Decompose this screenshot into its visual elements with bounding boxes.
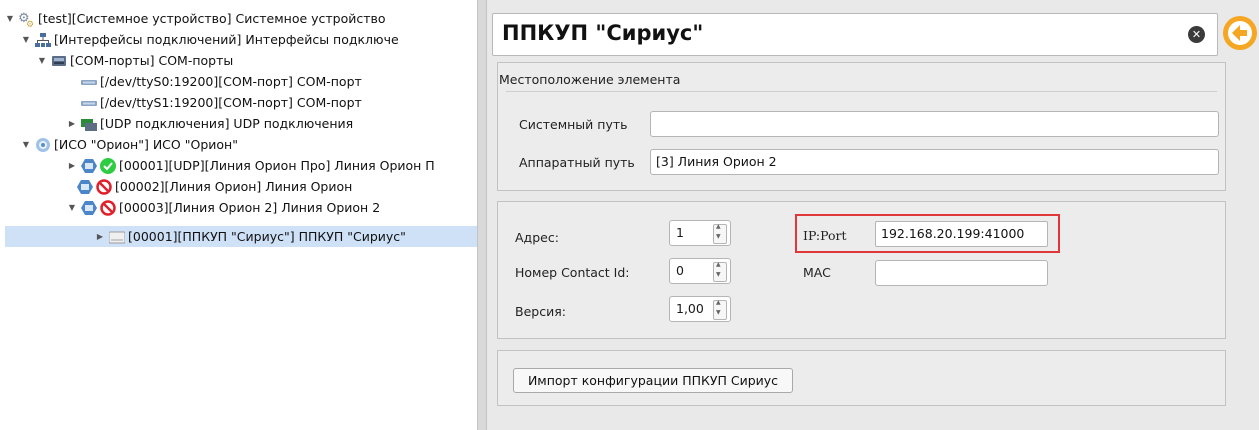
tree-item-label: [00003][Линия Орион 2] Линия Орион 2 [119, 200, 381, 215]
spin-arrows-icon[interactable] [713, 299, 727, 320]
expand-arrow-icon[interactable]: ▼ [67, 197, 77, 218]
device-tree[interactable]: ▼ [test][Системное устройство] Системное… [5, 5, 477, 430]
expand-arrow-icon[interactable]: ▼ [37, 50, 47, 71]
collapse-arrow-icon[interactable]: ▶ [67, 113, 77, 134]
tree-item-label: [UDP подключения] UDP подключения [100, 116, 354, 131]
import-config-button[interactable]: Импорт конфигурации ППКУП Сириус [513, 368, 793, 393]
line-icon [81, 158, 97, 174]
port-icon [81, 74, 97, 90]
disabled-icon [100, 199, 116, 216]
expand-arrow-icon[interactable]: ▼ [21, 134, 31, 155]
udp-icon [81, 116, 97, 132]
hardware-path-label: Аппаратный путь [519, 155, 635, 170]
tree-item-label: [test][Системное устройство] Системное у… [38, 11, 386, 26]
tree-item-label: [00002][Линия Орион] Линия Орион [115, 179, 353, 194]
version-spinbox[interactable]: 1,00 [669, 296, 731, 322]
element-title: ППКУП "Сириус" [502, 21, 704, 45]
tree-item-interfaces[interactable]: ▼ [Интерфейсы подключений] Интерфейсы по… [21, 29, 477, 50]
device-icon [108, 229, 126, 245]
tree-item-label: [00001][UDP][Линия Орион Про] Линия Орио… [119, 158, 435, 173]
address-spinbox[interactable]: 1 [669, 220, 731, 246]
mac-label: MAC [803, 265, 831, 280]
spin-arrows-icon[interactable] [713, 223, 727, 244]
hardware-path-input[interactable]: [3] Линия Орион 2 [650, 149, 1219, 175]
comports-icon [51, 53, 67, 69]
collapse-arrow-icon[interactable]: ▶ [95, 226, 105, 247]
clear-icon[interactable]: ✕ [1188, 26, 1205, 43]
collapse-arrow-icon[interactable]: ▶ [67, 155, 77, 176]
properties-panel: ППКУП "Сириус" ✕ Местоположение элемента… [487, 0, 1259, 430]
ok-icon [100, 157, 116, 174]
system-path-input[interactable] [650, 111, 1219, 137]
tree-item-system-device[interactable]: ▼ [test][Системное устройство] Системное… [5, 8, 477, 36]
location-group-title: Местоположение элемента [499, 72, 681, 87]
version-label: Версия: [515, 304, 566, 319]
line-icon [77, 179, 93, 195]
port-icon [81, 95, 97, 111]
ipport-highlight-box [795, 214, 1060, 253]
tree-item-label: [/dev/ttyS0:19200][COM-порт] COM-порт [100, 74, 362, 89]
panel-splitter[interactable] [477, 0, 487, 430]
contact-id-label: Номер Contact Id: [515, 265, 630, 280]
contact-id-spinbox[interactable]: 0 [669, 258, 731, 284]
tree-item-sirius[interactable]: ▶ [00001][ППКУП "Сириус"] ППКУП "Сириус" [5, 226, 477, 247]
tree-item-com-port-0[interactable]: [/dev/ttyS0:19200][COM-порт] COM-порт [67, 71, 477, 92]
address-label: Адрес: [515, 230, 559, 245]
tree-item-label: [00001][ППКУП "Сириус"] ППКУП "Сириус" [128, 229, 406, 244]
contact-id-value: 0 [676, 263, 684, 278]
tree-item-line-3[interactable]: ▼ [00003][Линия Орион 2] Линия Орион 2 [67, 197, 477, 218]
line-icon [81, 200, 97, 216]
system-path-label: Системный путь [519, 117, 628, 132]
network-icon [35, 32, 51, 48]
tree-item-label: [/dev/ttyS1:19200][COM-порт] COM-порт [100, 95, 362, 110]
tree-item-label: [COM-порты] COM-порты [70, 53, 234, 68]
tree-item-line-2[interactable]: [00002][Линия Орион] Линия Орион [77, 176, 477, 197]
location-group: Местоположение элемента Системный путь А… [497, 62, 1226, 191]
tree-item-label: [ИСО "Орион"] ИСО "Орион" [54, 137, 238, 152]
element-title-field[interactable]: ППКУП "Сириус" ✕ [492, 13, 1218, 56]
tree-item-com-port-1[interactable]: [/dev/ttyS1:19200][COM-порт] COM-порт [67, 92, 477, 113]
disabled-icon [96, 178, 112, 195]
orion-icon [35, 137, 51, 153]
mac-input[interactable] [875, 260, 1048, 286]
expand-arrow-icon[interactable]: ▼ [5, 8, 15, 29]
expand-arrow-icon[interactable]: ▼ [21, 29, 31, 50]
tree-item-line-1[interactable]: ▶ [00001][UDP][Линия Орион Про] Линия Ор… [67, 155, 477, 176]
gears-icon [18, 8, 35, 36]
tree-item-udp[interactable]: ▶ [UDP подключения] UDP подключения [67, 113, 477, 134]
tree-item-orion[interactable]: ▼ [ИСО "Орион"] ИСО "Орион" [21, 134, 477, 155]
spin-arrows-icon[interactable] [713, 261, 727, 282]
tree-item-label: [Интерфейсы подключений] Интерфейсы подк… [54, 32, 399, 47]
address-value: 1 [676, 225, 684, 240]
tree-item-com-ports[interactable]: ▼ [COM-порты] COM-порты [37, 50, 477, 71]
version-value: 1,00 [676, 301, 704, 316]
back-arrow-icon[interactable] [1223, 16, 1257, 50]
